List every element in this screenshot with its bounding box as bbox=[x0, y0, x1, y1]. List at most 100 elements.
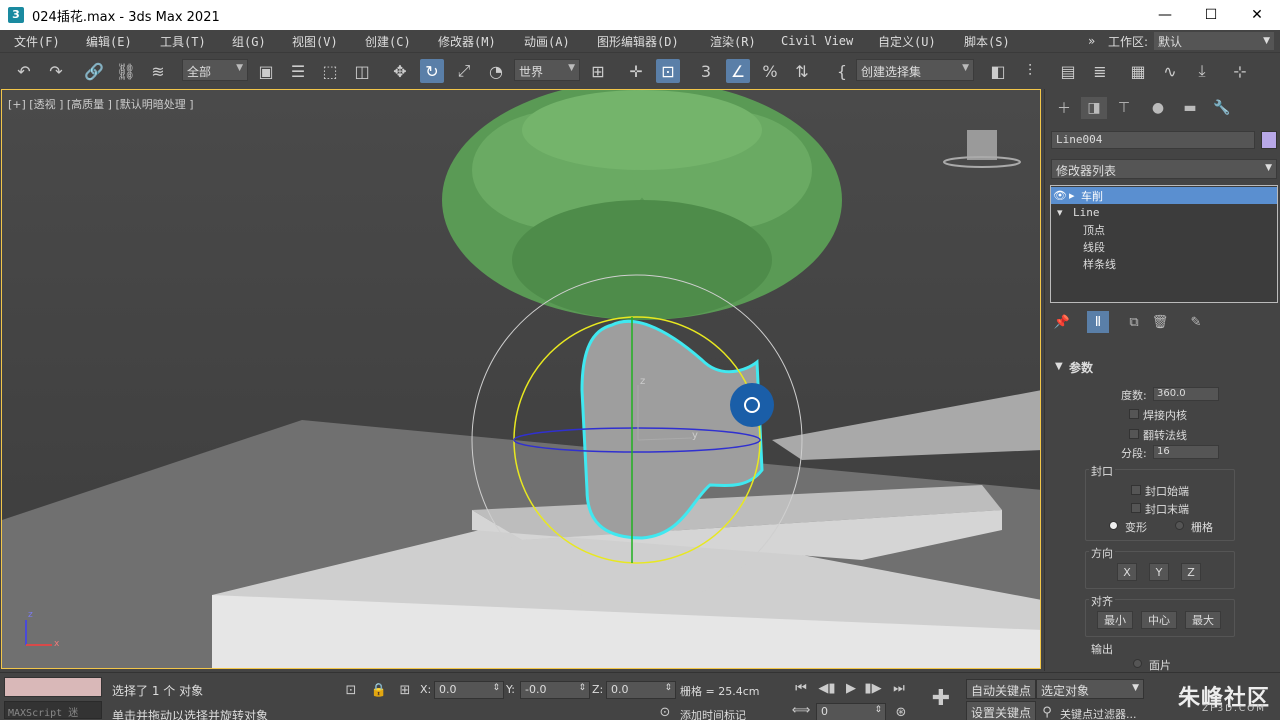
flip-normals-checkbox[interactable] bbox=[1129, 429, 1139, 439]
link-icon[interactable]: 🔗 bbox=[82, 59, 106, 83]
eye-icon[interactable]: 👁 bbox=[1051, 189, 1069, 202]
workspace-dropdown[interactable]: 默认 ▼ bbox=[1154, 32, 1274, 50]
align-center-button[interactable]: 中心 bbox=[1141, 611, 1177, 629]
menu-graph-editors[interactable]: 图形编辑器(D) bbox=[597, 33, 679, 50]
menu-edit[interactable]: 编辑(E) bbox=[86, 33, 132, 50]
curve-editor-icon[interactable]: ∿ bbox=[1158, 59, 1182, 83]
lock-icon[interactable]: 🔒 bbox=[370, 681, 388, 699]
redo-icon[interactable]: ↷ bbox=[44, 59, 68, 83]
named-selection-dropdown[interactable]: 创建选择集 ▼ bbox=[856, 59, 974, 81]
direction-x-button[interactable]: X bbox=[1117, 563, 1137, 581]
utilities-tab-icon[interactable]: 🔧 bbox=[1209, 97, 1235, 119]
weld-core-checkbox[interactable] bbox=[1129, 409, 1139, 419]
make-unique-icon[interactable]: ⧉ bbox=[1123, 311, 1145, 333]
select-object-icon[interactable]: ▣ bbox=[254, 59, 278, 83]
y-coord-field[interactable]: -0.0 ⇕ bbox=[520, 681, 590, 699]
menu-create[interactable]: 创建(C) bbox=[365, 33, 411, 50]
patch-radio[interactable] bbox=[1133, 659, 1142, 668]
menu-rendering[interactable]: 渲染(R) bbox=[710, 33, 756, 50]
show-end-result-icon[interactable]: Ⅱ bbox=[1087, 311, 1109, 333]
schematic-view-icon[interactable]: ⤓ bbox=[1190, 59, 1214, 83]
grid-radio[interactable] bbox=[1175, 521, 1184, 530]
maxscript-listener-mini[interactable] bbox=[4, 677, 102, 697]
set-key-icon[interactable]: ✚ bbox=[928, 685, 954, 711]
previous-frame-icon[interactable]: ◀▮ bbox=[818, 679, 836, 697]
display-tab-icon[interactable]: ▬ bbox=[1177, 97, 1203, 119]
remove-modifier-icon[interactable]: 🗑 bbox=[1149, 311, 1171, 333]
percent-snap-icon[interactable]: % bbox=[758, 59, 782, 83]
key-mode-icon[interactable]: ⟺ bbox=[792, 701, 811, 719]
menu-civil-view[interactable]: Civil View bbox=[781, 34, 853, 48]
angle-snap-icon[interactable]: ∠ bbox=[726, 59, 750, 83]
stack-subitem-vertex[interactable]: 顶点 bbox=[1051, 221, 1277, 238]
collapse-icon[interactable]: ▼ bbox=[1055, 361, 1063, 372]
layer-explorer-icon[interactable]: ≣ bbox=[1088, 59, 1112, 83]
menu-customize[interactable]: 自定义(U) bbox=[878, 33, 936, 50]
align-min-button[interactable]: 最小 bbox=[1097, 611, 1133, 629]
edit-named-selection-icon[interactable]: { bbox=[830, 59, 854, 83]
reference-coord-dropdown[interactable]: 世界 ▼ bbox=[514, 59, 580, 81]
window-crossing-icon[interactable]: ◫ bbox=[350, 59, 374, 83]
move-icon[interactable]: ✥ bbox=[388, 59, 412, 83]
maximize-button[interactable]: ☐ bbox=[1188, 0, 1234, 30]
modifier-list-dropdown[interactable]: 修改器列表 ▼ bbox=[1051, 159, 1277, 179]
material-editor-icon[interactable]: ⊹ bbox=[1228, 59, 1252, 83]
selection-filter-dropdown[interactable]: 全部 ▼ bbox=[182, 59, 248, 81]
cap-end-checkbox[interactable] bbox=[1131, 503, 1141, 513]
isolate-selection-icon[interactable]: ⊡ bbox=[342, 681, 360, 699]
spinner-icon[interactable]: ⇕ bbox=[874, 705, 882, 715]
pin-stack-icon[interactable]: 📌 bbox=[1051, 311, 1073, 333]
segments-spinner[interactable]: 16 bbox=[1153, 445, 1219, 459]
manipulate-icon[interactable]: ✛ bbox=[624, 59, 648, 83]
stack-item-lathe[interactable]: 👁 ▸ 车削 bbox=[1051, 187, 1277, 204]
place-icon[interactable]: ◔ bbox=[484, 59, 508, 83]
keyboard-shortcut-override-icon[interactable]: ⊡ bbox=[656, 59, 680, 83]
menu-scripting[interactable]: 脚本(S) bbox=[964, 33, 1010, 50]
stack-subitem-segment[interactable]: 线段 bbox=[1051, 238, 1277, 255]
minimize-button[interactable]: — bbox=[1142, 0, 1188, 30]
add-time-tag[interactable]: 添加时间标记 bbox=[680, 707, 746, 720]
select-by-name-icon[interactable]: ☰ bbox=[286, 59, 310, 83]
bind-space-warp-icon[interactable]: ≋ bbox=[146, 59, 170, 83]
spinner-icon[interactable]: ⇕ bbox=[492, 683, 500, 693]
align-max-button[interactable]: 最大 bbox=[1185, 611, 1221, 629]
menu-group[interactable]: 组(G) bbox=[232, 33, 266, 50]
rotate-icon[interactable]: ↻ bbox=[420, 59, 444, 83]
hierarchy-tab-icon[interactable]: ⊤ bbox=[1111, 97, 1137, 119]
go-to-start-icon[interactable]: ⏮ bbox=[792, 679, 810, 697]
menu-tools[interactable]: 工具(T) bbox=[160, 33, 206, 50]
key-filters-button[interactable]: 关键点过滤器... bbox=[1060, 706, 1137, 720]
spinner-icon[interactable]: ⇕ bbox=[578, 683, 586, 693]
next-frame-icon[interactable]: ▮▶ bbox=[864, 679, 882, 697]
stack-item-line[interactable]: ▾ Line bbox=[1051, 204, 1277, 221]
direction-z-button[interactable]: Z bbox=[1181, 563, 1201, 581]
menu-modifiers[interactable]: 修改器(M) bbox=[438, 33, 496, 50]
viewport-label[interactable]: [+] [透视 ] [高质量 ] [默认明暗处理 ] bbox=[8, 96, 194, 112]
cap-start-checkbox[interactable] bbox=[1131, 485, 1141, 495]
absolute-mode-icon[interactable]: ⊞ bbox=[396, 681, 414, 699]
key-filter-icon[interactable]: ⚲ bbox=[1038, 703, 1056, 720]
menu-file[interactable]: 文件(F) bbox=[14, 33, 60, 50]
spinner-icon[interactable]: ⇕ bbox=[664, 683, 672, 693]
menu-views[interactable]: 视图(V) bbox=[292, 33, 338, 50]
rollout-title[interactable]: 参数 bbox=[1069, 359, 1093, 376]
close-button[interactable]: ✕ bbox=[1234, 0, 1280, 30]
chevron-right-icon[interactable]: ▸ bbox=[1069, 189, 1081, 202]
set-key-button[interactable]: 设置关键点 bbox=[966, 701, 1037, 720]
snap-3d-icon[interactable]: 3 bbox=[694, 59, 718, 83]
scale-icon[interactable]: ⤢ bbox=[452, 59, 476, 83]
morph-radio[interactable] bbox=[1109, 521, 1118, 530]
x-coord-field[interactable]: 0.0 ⇕ bbox=[434, 681, 504, 699]
object-color-swatch[interactable] bbox=[1261, 131, 1277, 149]
go-to-end-icon[interactable]: ⏭ bbox=[890, 679, 908, 697]
modify-tab-icon[interactable]: ◨ bbox=[1081, 97, 1107, 119]
pivot-center-icon[interactable]: ⊞ bbox=[586, 59, 610, 83]
stack-subitem-spline[interactable]: 样条线 bbox=[1051, 255, 1277, 272]
maxscript-input[interactable]: MAXScript 迷 bbox=[4, 701, 102, 719]
spinner-snap-icon[interactable]: ⇅ bbox=[790, 59, 814, 83]
ribbon-icon[interactable]: ▦ bbox=[1126, 59, 1150, 83]
unlink-icon[interactable]: ⛓ bbox=[114, 59, 138, 83]
align-icon[interactable]: ⫶ bbox=[1018, 59, 1042, 83]
time-config-icon[interactable]: ⊛ bbox=[892, 703, 910, 720]
motion-tab-icon[interactable]: ● bbox=[1145, 97, 1171, 119]
